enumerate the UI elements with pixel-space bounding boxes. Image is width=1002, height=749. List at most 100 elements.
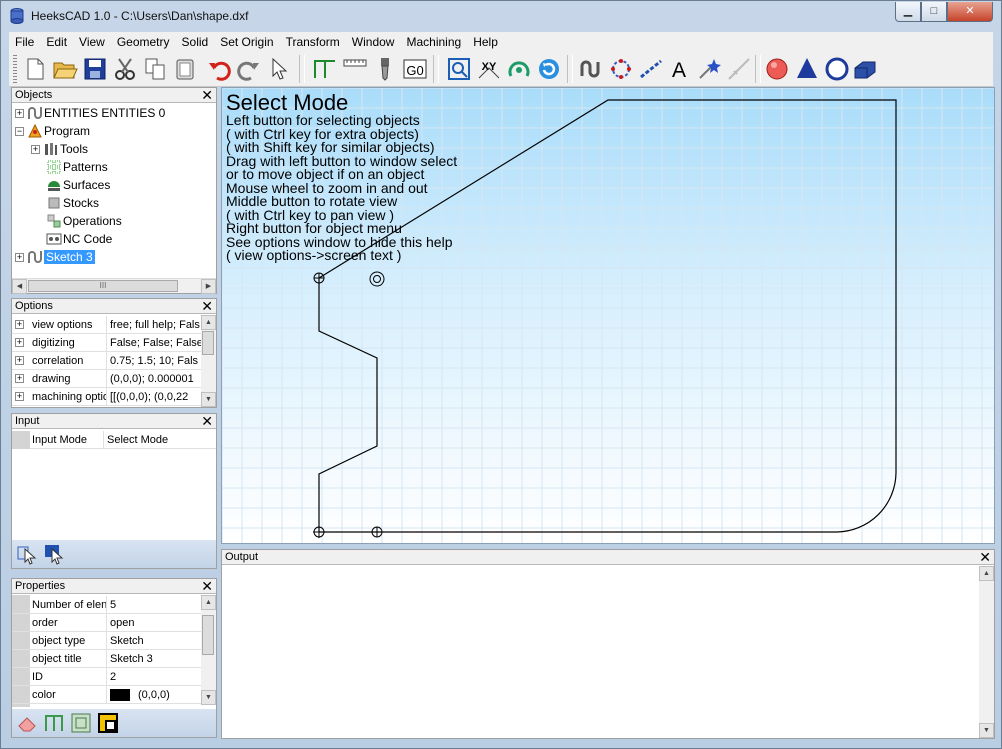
menu-solid[interactable]: Solid bbox=[176, 32, 215, 51]
property-row-object-type[interactable]: object type Sketch bbox=[12, 631, 202, 650]
vertical-scroll-thumb[interactable] bbox=[202, 615, 214, 655]
options-row-correlation[interactable]: + correlation 0.75; 1.5; 10; Fals bbox=[12, 351, 202, 370]
tree-item-stocks[interactable]: Stocks bbox=[46, 194, 99, 212]
sketch-mid-marker[interactable] bbox=[371, 526, 383, 538]
sphere-icon[interactable] bbox=[763, 55, 791, 83]
menu-help[interactable]: Help bbox=[467, 32, 504, 51]
redo-icon[interactable] bbox=[235, 55, 263, 83]
fill-icon[interactable] bbox=[97, 712, 119, 734]
tree-expander[interactable]: + bbox=[31, 144, 40, 154]
vertical-scroll-thumb[interactable] bbox=[202, 331, 214, 355]
tree-expander[interactable]: + bbox=[15, 252, 24, 262]
options-row-view-options[interactable]: + view options free; full help; Fals bbox=[12, 315, 202, 334]
rotate-view-icon[interactable] bbox=[505, 55, 533, 83]
menu-file[interactable]: File bbox=[9, 32, 40, 51]
scroll-left-button[interactable]: ◀ bbox=[12, 279, 27, 294]
view-xy-icon[interactable]: XY bbox=[475, 55, 503, 83]
select-icon[interactable] bbox=[265, 55, 293, 83]
property-row-order[interactable]: order open bbox=[12, 613, 202, 632]
cross-icon[interactable] bbox=[725, 55, 753, 83]
machine-icon[interactable] bbox=[851, 55, 879, 83]
ruler-icon[interactable] bbox=[341, 55, 369, 83]
option-value[interactable]: (0,0,0); 0.000001 bbox=[107, 370, 202, 388]
scroll-up-button[interactable]: ▲ bbox=[201, 315, 216, 330]
copy-icon[interactable] bbox=[141, 55, 169, 83]
property-row-color[interactable]: color (0,0,0) bbox=[12, 685, 202, 704]
sketch-profile-icon[interactable] bbox=[311, 55, 339, 83]
property-value[interactable]: 2 bbox=[107, 668, 202, 686]
row-expander[interactable]: + bbox=[15, 392, 24, 401]
text-icon[interactable]: A bbox=[665, 55, 693, 83]
scroll-right-button[interactable]: ▶ bbox=[201, 279, 216, 294]
output-text-area[interactable] bbox=[222, 566, 978, 738]
tree-item-program[interactable]: − Program bbox=[15, 122, 90, 140]
window-select-icon[interactable] bbox=[43, 543, 65, 565]
scroll-down-button[interactable]: ▼ bbox=[201, 392, 216, 407]
drill-icon[interactable] bbox=[371, 55, 399, 83]
property-value[interactable]: 5 bbox=[107, 596, 202, 614]
circle-icon[interactable] bbox=[823, 55, 851, 83]
sketch-profile-icon[interactable] bbox=[43, 712, 65, 734]
scroll-up-button[interactable]: ▲ bbox=[201, 595, 216, 610]
property-value[interactable]: Sketch 3 bbox=[107, 650, 202, 668]
menu-edit[interactable]: Edit bbox=[40, 32, 73, 51]
tree-expander[interactable]: + bbox=[15, 108, 24, 118]
eraser-icon[interactable] bbox=[16, 712, 38, 734]
menu-set-origin[interactable]: Set Origin bbox=[214, 32, 279, 51]
menu-transform[interactable]: Transform bbox=[280, 32, 346, 51]
menu-window[interactable]: Window bbox=[346, 32, 401, 51]
new-icon[interactable] bbox=[21, 55, 49, 83]
scroll-up-button[interactable]: ▲ bbox=[979, 566, 994, 581]
undo-icon[interactable] bbox=[205, 55, 233, 83]
property-row-object-title[interactable]: object title Sketch 3 bbox=[12, 649, 202, 668]
option-value[interactable]: [[(0,0,0); (0,0,22 bbox=[107, 388, 202, 406]
menu-machining[interactable]: Machining bbox=[400, 32, 467, 51]
spline-icon[interactable] bbox=[577, 55, 605, 83]
sketch-start-marker[interactable] bbox=[313, 272, 325, 284]
scroll-down-button[interactable]: ▼ bbox=[201, 690, 216, 705]
options-vertical-scrollbar[interactable]: ▲ ▼ bbox=[201, 315, 216, 407]
tree-item-patterns[interactable]: Patterns bbox=[46, 158, 108, 176]
tree-item-tools[interactable]: + Tools bbox=[31, 140, 88, 158]
options-row-digitizing[interactable]: + digitizing False; False; False bbox=[12, 333, 202, 352]
close-window-button[interactable]: ✕ bbox=[947, 2, 993, 22]
property-row-id[interactable]: ID 2 bbox=[12, 667, 202, 686]
option-value[interactable]: free; full help; Fals bbox=[107, 316, 202, 334]
pocket-icon[interactable] bbox=[70, 712, 92, 734]
properties-panel-close-button[interactable]: ✕ bbox=[201, 578, 213, 595]
paste-icon[interactable] bbox=[171, 55, 199, 83]
options-row-machining-options[interactable]: + machining optio [[(0,0,0); (0,0,22 bbox=[12, 387, 202, 406]
minimize-button[interactable]: ▁ bbox=[895, 2, 921, 22]
graphics-canvas[interactable]: Select Mode Left button for selecting ob… bbox=[221, 87, 995, 544]
tree-item-operations[interactable]: Operations bbox=[46, 212, 122, 230]
row-expander[interactable]: + bbox=[15, 356, 24, 365]
maximize-button[interactable]: □ bbox=[921, 2, 947, 22]
tree-item-nc-code[interactable]: NC Code bbox=[46, 230, 112, 248]
cut-icon[interactable] bbox=[111, 55, 139, 83]
options-row-drawing[interactable]: + drawing (0,0,0); 0.000001 bbox=[12, 369, 202, 388]
property-value[interactable]: open bbox=[107, 614, 202, 632]
cone-icon[interactable] bbox=[793, 55, 821, 83]
save-icon[interactable] bbox=[81, 55, 109, 83]
title-bar[interactable]: HeeksCAD 1.0 - C:\Users\Dan\shape.dxf ▁ … bbox=[1, 1, 1001, 31]
row-expander[interactable]: + bbox=[15, 374, 24, 383]
property-row-number-of-elements[interactable]: Number of elen 5 bbox=[12, 595, 202, 614]
point-circle-icon[interactable] bbox=[607, 55, 635, 83]
scroll-down-button[interactable]: ▼ bbox=[979, 723, 994, 738]
menu-geometry[interactable]: Geometry bbox=[111, 32, 176, 51]
option-value[interactable]: False; False; False bbox=[107, 334, 202, 352]
input-row-mode[interactable]: Input Mode Select Mode bbox=[12, 430, 216, 449]
output-vertical-scrollbar[interactable]: ▲ ▼ bbox=[979, 566, 994, 738]
toolbar-grip[interactable] bbox=[13, 55, 17, 83]
tree-item-surfaces[interactable]: Surfaces bbox=[46, 176, 110, 194]
tree-expander[interactable]: − bbox=[15, 126, 24, 136]
magic-icon[interactable] bbox=[695, 55, 723, 83]
g0-icon[interactable]: G0 bbox=[401, 55, 429, 83]
horizontal-scroll-thumb[interactable]: III bbox=[28, 280, 178, 292]
option-value[interactable]: 0.75; 1.5; 10; Fals bbox=[107, 352, 202, 370]
tree-item-sketch-3[interactable]: + Sketch 3 bbox=[15, 248, 95, 266]
objects-panel-close-button[interactable]: ✕ bbox=[201, 87, 213, 104]
open-icon[interactable] bbox=[51, 55, 79, 83]
row-expander[interactable]: + bbox=[15, 320, 24, 329]
tree-item-entities[interactable]: + ENTITIES ENTITIES 0 bbox=[15, 104, 165, 122]
